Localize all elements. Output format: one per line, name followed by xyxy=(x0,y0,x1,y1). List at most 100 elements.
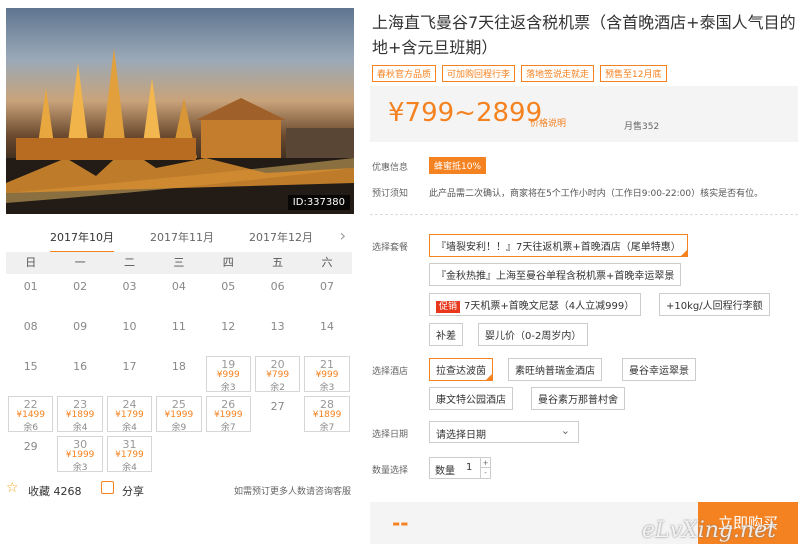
calendar-day: 08 xyxy=(23,320,38,333)
calendar-day: 27 xyxy=(270,400,285,413)
hotel-option[interactable]: 曼谷幸运翠景 xyxy=(622,358,696,381)
star-icon[interactable]: ☆ xyxy=(6,480,19,496)
product-photo[interactable]: ID:337380 xyxy=(6,8,354,214)
price-calendar: 日 一 二 三 四 五 六 01 02 03 04 05 06 07 08 09… xyxy=(6,252,352,474)
promo-tag: 促销 xyxy=(436,301,461,313)
package-option-label: 7天机票+首晚文尼瑟（4人立减999） xyxy=(464,301,635,312)
calendar-day: 14 xyxy=(320,320,335,333)
calendar-day: 06 xyxy=(270,280,285,293)
package-option-selected[interactable]: 『墙裂安利！！』7天往返机票+首晚酒店（尾单特惠） xyxy=(429,234,688,257)
weekday-tue: 二 xyxy=(123,256,135,269)
action-footer: ☆ 收藏 4268 分享 如需预订更多人数请咨询客服 xyxy=(6,480,356,502)
date-select[interactable]: 请选择日期 ⌄ xyxy=(429,421,579,443)
price-range: ¥799~2899 xyxy=(388,98,543,128)
promo-label: 优惠信息 xyxy=(372,163,409,173)
promo-badge: 蜂蜜抵10% xyxy=(429,157,487,174)
calendar-day: 10 xyxy=(122,320,137,333)
date-label: 选择日期 xyxy=(372,430,409,440)
feature-tag: 预售至12月底 xyxy=(600,65,667,82)
package-option[interactable]: 婴儿价（0-2周岁内） xyxy=(478,323,589,346)
package-option[interactable]: +10kg/人回程行李额 xyxy=(659,293,770,316)
calendar-day: 12 xyxy=(221,320,236,333)
calendar-week: 29 30 ¥1999 余3 31 ¥1799 余4 xyxy=(6,434,352,474)
calendar-day: 07 xyxy=(320,280,335,293)
chevron-right-icon[interactable]: › xyxy=(340,226,346,245)
weekday-sat: 六 xyxy=(321,256,333,269)
calendar-week: 08 09 10 11 12 13 14 xyxy=(6,314,352,354)
notice-label: 预订须知 xyxy=(372,189,409,199)
calendar-day-available[interactable]: 22 ¥1499 余6 xyxy=(8,396,54,433)
package-label: 选择套餐 xyxy=(372,243,409,253)
price-explanation-link[interactable]: 价格说明 xyxy=(530,116,566,129)
site-watermark: eLvXing.net xyxy=(641,518,776,543)
feature-tags: 春秋官方品质 可加购回程行李 落地签说走就走 预售至12月底 xyxy=(372,65,667,82)
hotel-label: 选择酒店 xyxy=(372,367,409,377)
calendar-week: 22 ¥1499 余6 23 ¥1899 余4 24 ¥1799 余4 25 ¥1999 余9 … xyxy=(6,394,352,434)
calendar-day-available[interactable]: 30 ¥1999 余3 xyxy=(57,436,103,473)
calendar-day: 13 xyxy=(270,320,285,333)
weekday-thu: 四 xyxy=(222,256,234,269)
share-icon[interactable] xyxy=(101,481,114,494)
feature-tag: 可加购回程行李 xyxy=(442,65,516,82)
calendar-day: 17 xyxy=(122,360,137,373)
product-title: 上海直飞曼谷7天往返含税机票（含首晚酒店+泰国人气目的地+含元旦班期） xyxy=(372,13,796,57)
feature-tag: 春秋官方品质 xyxy=(372,65,437,82)
date-select-value: 请选择日期 xyxy=(436,430,486,441)
left-panel: ID:337380 2017年10月 2017年11月 2017年12月 › 日… xyxy=(0,0,356,553)
package-option-promo[interactable]: 促销 7天机票+首晚文尼瑟（4人立减999） xyxy=(429,293,642,316)
calendar-day: 16 xyxy=(73,360,88,373)
share-button[interactable]: 分享 xyxy=(122,483,144,499)
calendar-day-available[interactable]: 23 ¥1899 余4 xyxy=(57,396,103,433)
calendar-day: 01 xyxy=(23,280,38,293)
month-tabs: 2017年10月 2017年11月 2017年12月 › xyxy=(6,222,354,253)
hotel-option[interactable]: 曼谷素万那普村舍 xyxy=(531,387,625,410)
increment-button[interactable]: + xyxy=(480,458,490,468)
calendar-day-available[interactable]: 24 ¥1799 余4 xyxy=(106,396,153,433)
calendar-day-available[interactable]: 31 ¥1799 余4 xyxy=(106,436,153,473)
hotel-option[interactable]: 素旺纳普瑞金酒店 xyxy=(508,358,602,381)
calendar-day-available[interactable]: 19 ¥999 余3 xyxy=(205,356,251,393)
quantity-prefix: 数量 xyxy=(435,466,455,477)
calendar-day-available[interactable]: 26 ¥1999 余7 xyxy=(205,396,251,433)
calendar-day: 18 xyxy=(171,360,186,373)
calendar-day: 29 xyxy=(23,440,38,453)
weekday-sun: 日 xyxy=(25,256,37,269)
calendar-day: 04 xyxy=(171,280,186,293)
package-option[interactable]: 补差 xyxy=(429,323,463,346)
calendar-day: 11 xyxy=(171,320,186,333)
photo-id-badge: ID:337380 xyxy=(287,195,350,210)
hotel-option[interactable]: 康文特公园酒店 xyxy=(429,387,513,410)
calendar-day-available[interactable]: 21 ¥999 余3 xyxy=(304,356,350,393)
chevron-down-icon: ⌄ xyxy=(560,424,570,437)
tab-month-oct[interactable]: 2017年10月 xyxy=(50,229,114,253)
decrement-button[interactable]: - xyxy=(480,468,490,478)
quantity-stepper[interactable]: 数量 1 + - xyxy=(429,457,491,479)
calendar-day-available[interactable]: 28 ¥1899 余7 xyxy=(304,396,350,433)
calendar-day: 15 xyxy=(23,360,38,373)
calendar-week: 15 16 17 18 19 ¥999 余3 20 ¥799 余2 21 ¥999 余3 xyxy=(6,354,352,394)
favorite-button[interactable]: 收藏 4268 xyxy=(28,483,82,499)
weekday-wed: 三 xyxy=(173,256,185,269)
weekday-header: 日 一 二 三 四 五 六 xyxy=(6,252,352,274)
tab-month-nov[interactable]: 2017年11月 xyxy=(150,229,214,245)
total-price: -- xyxy=(392,511,409,535)
calendar-week: 01 02 03 04 05 06 07 xyxy=(6,274,352,314)
calendar-day: 05 xyxy=(221,280,236,293)
temple-illustration xyxy=(6,48,354,214)
tab-month-dec[interactable]: 2017年12月 xyxy=(249,229,313,245)
hotel-option-selected[interactable]: 拉查达波茵 xyxy=(429,358,493,381)
calendar-day-available[interactable]: 25 ¥1999 余9 xyxy=(156,396,202,433)
weekday-mon: 一 xyxy=(74,256,86,269)
calendar-day-available[interactable]: 20 ¥799 余2 xyxy=(254,356,301,393)
divider xyxy=(370,214,798,215)
feature-tag: 落地签说走就走 xyxy=(521,65,595,82)
package-option[interactable]: 『金秋热推』上海至曼谷单程含税机票+首晚幸运翠景 xyxy=(429,263,682,286)
price-panel: ¥799~2899 价格说明 月售352 xyxy=(370,86,798,142)
booking-notice: 此产品需二次确认，商家将在5个工作小时内（工作日9:00-22:00）核实是否有… xyxy=(429,189,764,199)
quantity-label: 数量选择 xyxy=(372,466,409,476)
quantity-value[interactable]: 1 xyxy=(466,462,472,473)
calendar-day: 09 xyxy=(73,320,88,333)
monthly-sales: 月售352 xyxy=(624,122,660,132)
right-panel: 上海直飞曼谷7天往返含税机票（含首晚酒店+泰国人气目的地+含元旦班期） 春秋官方… xyxy=(362,0,800,553)
contact-note: 如需预订更多人数请咨询客服 xyxy=(234,487,352,497)
